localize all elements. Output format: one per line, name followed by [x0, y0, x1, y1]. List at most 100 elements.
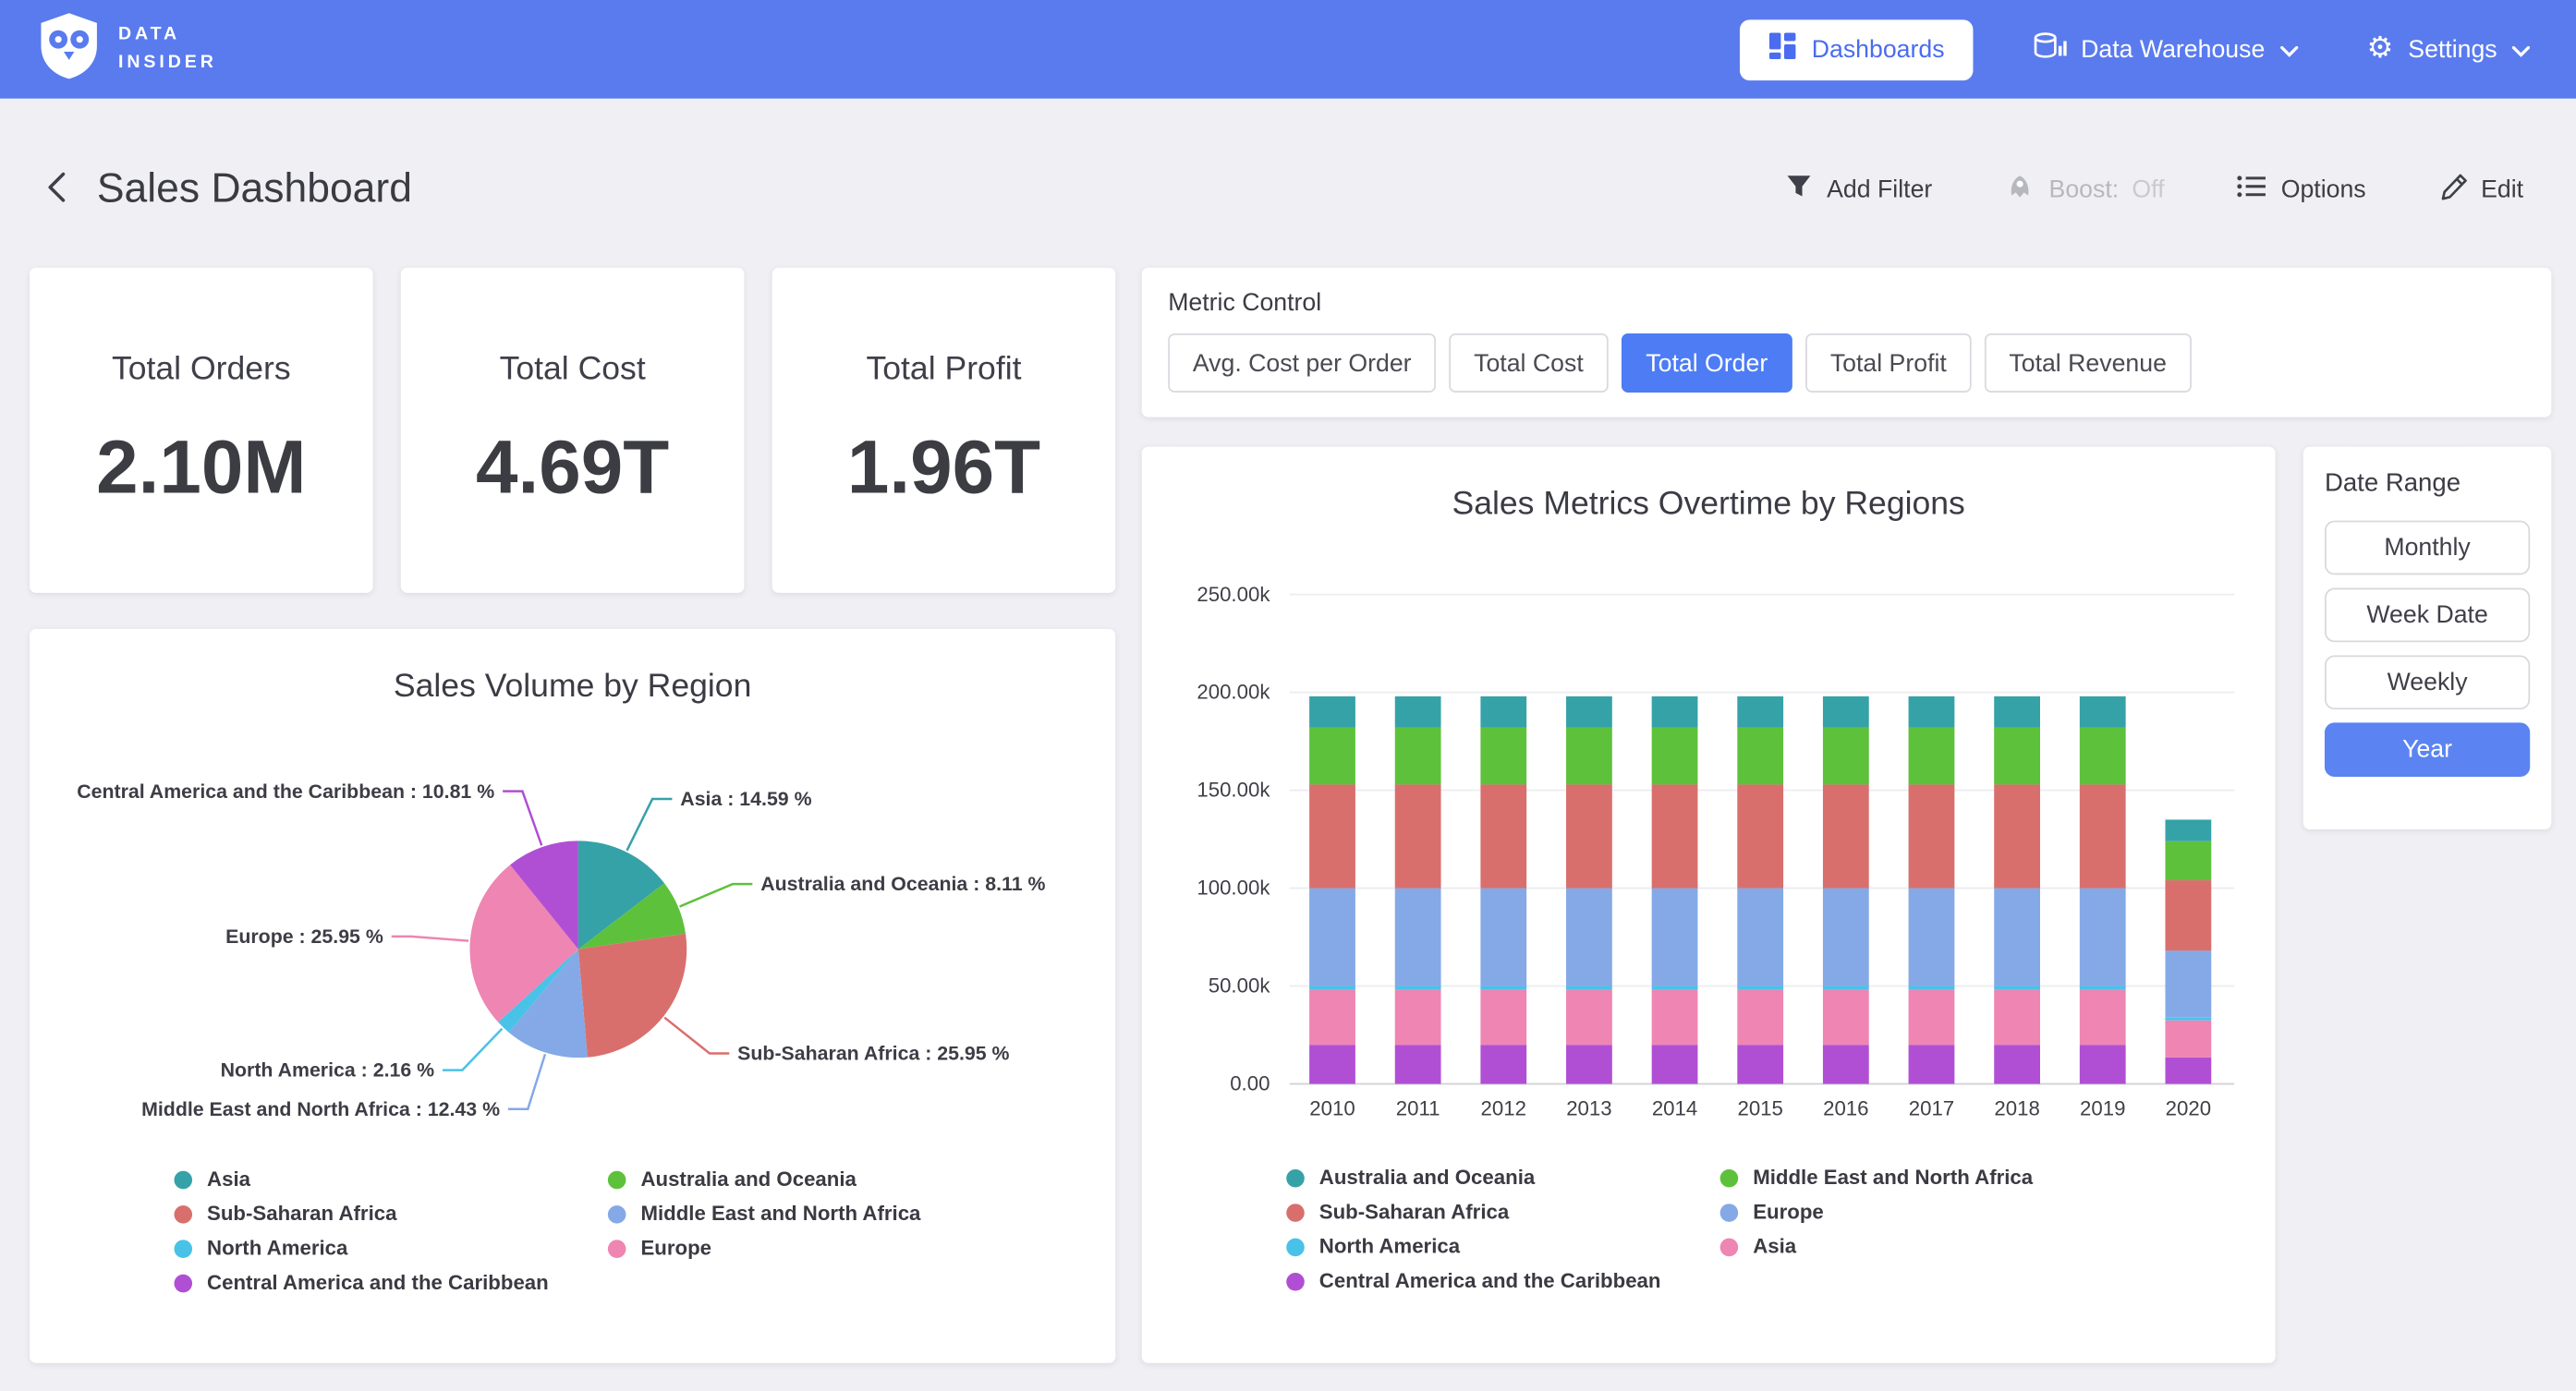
bar-segment-sub-saharan-africa-2019[interactable]: [2080, 784, 2126, 888]
bar-segment-europe-2018[interactable]: [1994, 889, 2040, 986]
legend-item-central-america-and-the-caribbean[interactable]: Central America and the Caribbean: [1286, 1269, 1719, 1292]
bar-segment-australia-and-oceania-2011[interactable]: [1395, 696, 1441, 728]
bar-segment-australia-and-oceania-2020[interactable]: [2165, 819, 2211, 841]
bar-segment-australia-and-oceania-2016[interactable]: [1823, 696, 1869, 728]
bar-segment-central-america-and-the-caribbean-2016[interactable]: [1823, 1045, 1869, 1083]
bar-segment-middle-east-and-north-africa-2015[interactable]: [1737, 728, 1783, 785]
bar-segment-north-america-2010[interactable]: [1309, 986, 1355, 990]
options-button[interactable]: Options: [2227, 172, 2376, 206]
bar-segment-north-america-2017[interactable]: [1909, 986, 1955, 990]
legend-item-north-america[interactable]: North America: [1286, 1235, 1719, 1258]
metric-option-avg-cost-per-order[interactable]: Avg. Cost per Order: [1168, 333, 1436, 393]
date-range-option-monthly[interactable]: Monthly: [2325, 521, 2530, 575]
bar-segment-north-america-2013[interactable]: [1566, 986, 1612, 990]
bar-segment-central-america-and-the-caribbean-2017[interactable]: [1909, 1045, 1955, 1083]
date-range-option-week-date[interactable]: Week Date: [2325, 588, 2530, 643]
bar-segment-sub-saharan-africa-2012[interactable]: [1480, 784, 1526, 888]
bar-segment-asia-2018[interactable]: [1994, 990, 2040, 1045]
metric-option-total-profit[interactable]: Total Profit: [1805, 333, 1971, 393]
bar-segment-australia-and-oceania-2019[interactable]: [2080, 696, 2126, 728]
bar-segment-central-america-and-the-caribbean-2010[interactable]: [1309, 1045, 1355, 1083]
date-range-option-year[interactable]: Year: [2325, 722, 2530, 777]
bar-segment-central-america-and-the-caribbean-2011[interactable]: [1395, 1045, 1441, 1083]
legend-item-australia-and-oceania[interactable]: Australia and Oceania: [608, 1167, 921, 1191]
bar-segment-central-america-and-the-caribbean-2018[interactable]: [1994, 1045, 2040, 1083]
bar-segment-middle-east-and-north-africa-2018[interactable]: [1994, 728, 2040, 785]
metric-option-total-order[interactable]: Total Order: [1622, 333, 1792, 393]
bar-segment-middle-east-and-north-africa-2010[interactable]: [1309, 728, 1355, 785]
bar-segment-australia-and-oceania-2010[interactable]: [1309, 696, 1355, 728]
bar-segment-asia-2015[interactable]: [1737, 990, 1783, 1045]
bar-segment-north-america-2015[interactable]: [1737, 986, 1783, 990]
bar-segment-north-america-2016[interactable]: [1823, 986, 1869, 990]
metric-option-total-revenue[interactable]: Total Revenue: [1985, 333, 2192, 393]
nav-dashboards[interactable]: Dashboards: [1740, 18, 1973, 79]
bar-segment-sub-saharan-africa-2013[interactable]: [1566, 784, 1612, 888]
legend-item-asia[interactable]: Asia: [1720, 1235, 2034, 1258]
bar-segment-sub-saharan-africa-2020[interactable]: [2165, 880, 2211, 950]
bar-segment-sub-saharan-africa-2016[interactable]: [1823, 784, 1869, 888]
bar-segment-north-america-2014[interactable]: [1652, 986, 1698, 990]
legend-item-middle-east-and-north-africa[interactable]: Middle East and North Africa: [1720, 1166, 2034, 1189]
bar-segment-australia-and-oceania-2018[interactable]: [1994, 696, 2040, 728]
legend-item-europe[interactable]: Europe: [608, 1237, 921, 1260]
legend-item-australia-and-oceania[interactable]: Australia and Oceania: [1286, 1166, 1719, 1189]
bar-segment-middle-east-and-north-africa-2011[interactable]: [1395, 728, 1441, 785]
bar-segment-asia-2011[interactable]: [1395, 990, 1441, 1045]
metric-option-total-cost[interactable]: Total Cost: [1449, 333, 1608, 393]
bar-segment-asia-2010[interactable]: [1309, 990, 1355, 1045]
edit-button[interactable]: Edit: [2428, 169, 2533, 209]
bar-segment-asia-2012[interactable]: [1480, 990, 1526, 1045]
bar-segment-middle-east-and-north-africa-2016[interactable]: [1823, 728, 1869, 785]
bar-segment-sub-saharan-africa-2017[interactable]: [1909, 784, 1955, 888]
bar-segment-asia-2020[interactable]: [2165, 1021, 2211, 1058]
legend-item-sub-saharan-africa[interactable]: Sub-Saharan Africa: [174, 1203, 607, 1226]
bar-segment-europe-2017[interactable]: [1909, 889, 1955, 986]
bar-segment-asia-2019[interactable]: [2080, 990, 2126, 1045]
bar-segment-middle-east-and-north-africa-2014[interactable]: [1652, 728, 1698, 785]
bar-segment-asia-2014[interactable]: [1652, 990, 1698, 1045]
bar-segment-north-america-2011[interactable]: [1395, 986, 1441, 990]
boost-button[interactable]: Boost: Off: [1995, 168, 2174, 209]
nav-data-warehouse[interactable]: Data Warehouse: [2022, 30, 2307, 69]
legend-item-sub-saharan-africa[interactable]: Sub-Saharan Africa: [1286, 1201, 1719, 1224]
bar-segment-australia-and-oceania-2013[interactable]: [1566, 696, 1612, 728]
bar-segment-asia-2016[interactable]: [1823, 990, 1869, 1045]
legend-item-middle-east-and-north-africa[interactable]: Middle East and North Africa: [608, 1203, 921, 1226]
pie-slice-sub-saharan-africa[interactable]: [578, 934, 687, 1058]
bar-segment-europe-2013[interactable]: [1566, 889, 1612, 986]
nav-settings[interactable]: ⚙ Settings: [2357, 33, 2540, 67]
bar-segment-sub-saharan-africa-2014[interactable]: [1652, 784, 1698, 888]
legend-item-central-america-and-the-caribbean[interactable]: Central America and the Caribbean: [174, 1271, 607, 1294]
bar-segment-north-america-2012[interactable]: [1480, 986, 1526, 990]
bar-segment-sub-saharan-africa-2018[interactable]: [1994, 784, 2040, 888]
bar-segment-sub-saharan-africa-2015[interactable]: [1737, 784, 1783, 888]
legend-item-europe[interactable]: Europe: [1720, 1201, 2034, 1224]
bar-segment-australia-and-oceania-2017[interactable]: [1909, 696, 1955, 728]
legend-item-north-america[interactable]: North America: [174, 1237, 607, 1260]
bar-segment-north-america-2019[interactable]: [2080, 986, 2126, 990]
bar-segment-north-america-2020[interactable]: [2165, 1018, 2211, 1021]
bar-segment-middle-east-and-north-africa-2013[interactable]: [1566, 728, 1612, 785]
bar-segment-central-america-and-the-caribbean-2019[interactable]: [2080, 1045, 2126, 1083]
bar-segment-north-america-2018[interactable]: [1994, 986, 2040, 990]
bar-segment-middle-east-and-north-africa-2019[interactable]: [2080, 728, 2126, 785]
bar-segment-middle-east-and-north-africa-2017[interactable]: [1909, 728, 1955, 785]
back-button[interactable]: [43, 166, 70, 211]
bar-segment-europe-2014[interactable]: [1652, 889, 1698, 986]
bar-segment-middle-east-and-north-africa-2020[interactable]: [2165, 841, 2211, 880]
bar-segment-central-america-and-the-caribbean-2015[interactable]: [1737, 1045, 1783, 1083]
bar-segment-europe-2015[interactable]: [1737, 889, 1783, 986]
add-filter-button[interactable]: Add Filter: [1774, 169, 1942, 209]
bar-segment-asia-2017[interactable]: [1909, 990, 1955, 1045]
bar-segment-australia-and-oceania-2012[interactable]: [1480, 696, 1526, 728]
bar-segment-europe-2019[interactable]: [2080, 889, 2126, 986]
bar-segment-australia-and-oceania-2015[interactable]: [1737, 696, 1783, 728]
bar-segment-europe-2016[interactable]: [1823, 889, 1869, 986]
bar-segment-sub-saharan-africa-2010[interactable]: [1309, 784, 1355, 888]
legend-item-asia[interactable]: Asia: [174, 1167, 607, 1191]
bar-segment-australia-and-oceania-2014[interactable]: [1652, 696, 1698, 728]
bar-segment-europe-2020[interactable]: [2165, 950, 2211, 1017]
bar-segment-central-america-and-the-caribbean-2014[interactable]: [1652, 1045, 1698, 1083]
bar-segment-europe-2010[interactable]: [1309, 889, 1355, 986]
